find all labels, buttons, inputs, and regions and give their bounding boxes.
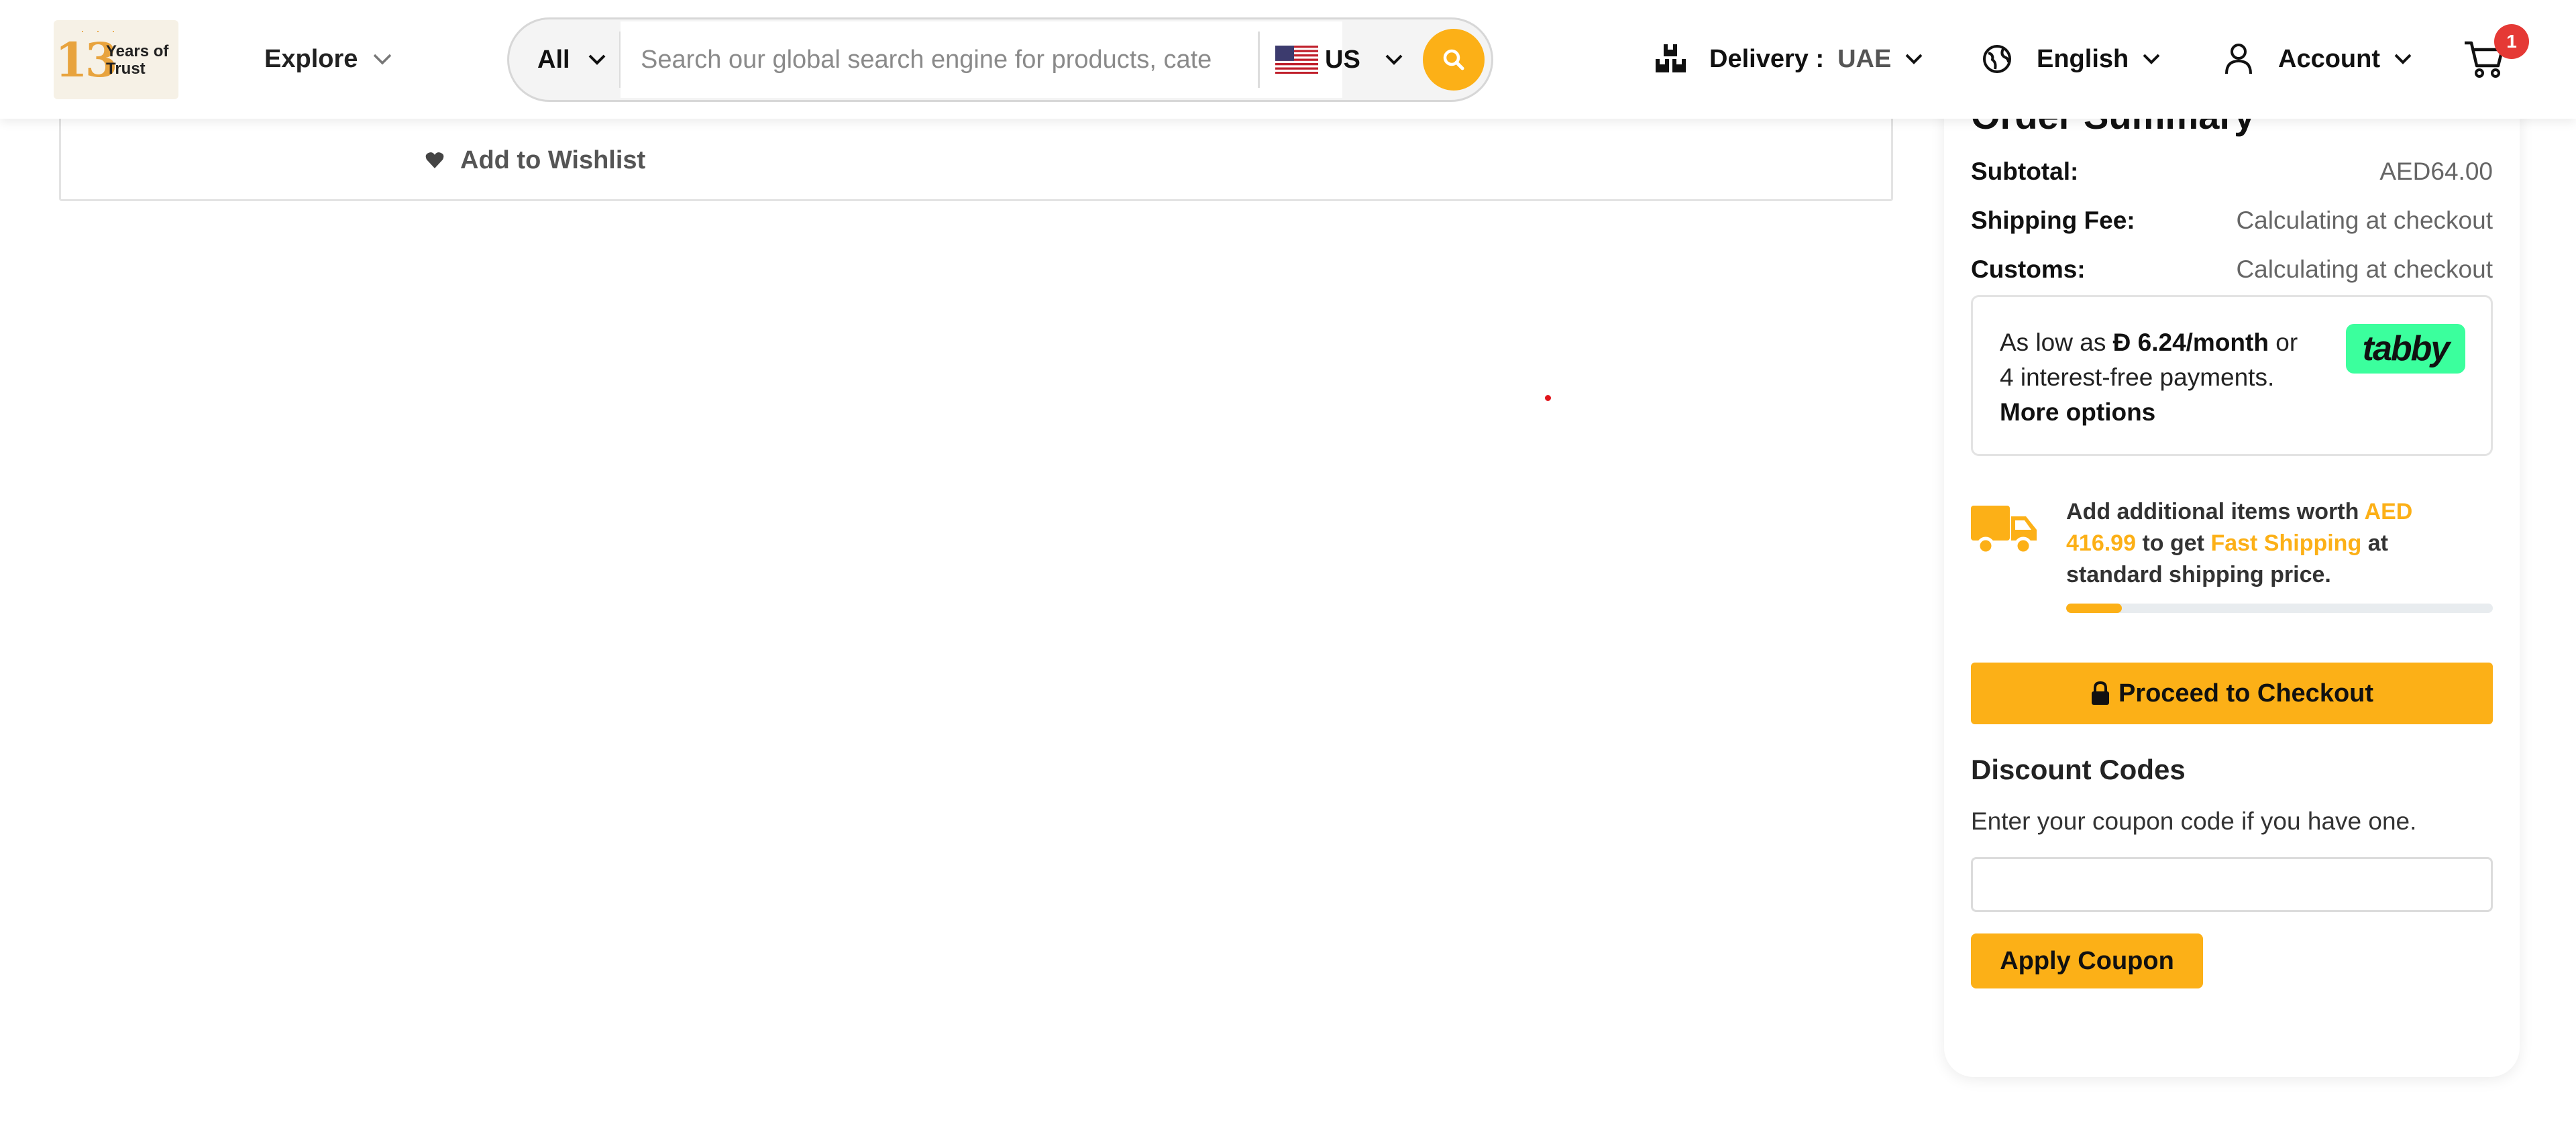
chevron-down-icon xyxy=(1385,54,1403,66)
fast-shipping-promo: Add additional items worth AED 416.99 to… xyxy=(2066,496,2482,591)
tabby-suffix: or xyxy=(2275,329,2298,356)
chevron-down-icon xyxy=(588,54,606,66)
site-header: · · · 13 Years of Trust Explore All Sear… xyxy=(0,0,2576,119)
language-label: English xyxy=(2037,44,2129,73)
cursor-dot xyxy=(1545,395,1551,401)
customs-row: Customs: Calculating at checkout xyxy=(1971,253,2493,286)
chevron-down-icon xyxy=(1904,53,1923,65)
search-bar: All US xyxy=(507,17,1493,102)
truck-icon xyxy=(1971,502,2038,559)
shipping-fee-label: Shipping Fee: xyxy=(1971,207,2135,234)
discount-codes-title: Discount Codes xyxy=(1971,754,2186,785)
tabby-prefix: As low as xyxy=(2000,329,2106,356)
heart-icon xyxy=(425,152,444,169)
promo-text-2: to get xyxy=(2142,530,2204,556)
search-category-label: All xyxy=(537,45,570,74)
lock-icon xyxy=(2090,681,2110,705)
tabby-amount: 6.24/month xyxy=(2137,329,2269,356)
chevron-down-icon xyxy=(372,52,392,66)
search-category-select[interactable]: All xyxy=(537,19,606,100)
globe-icon xyxy=(1982,44,2012,74)
logo-text-line2: Trust xyxy=(106,60,146,78)
language-selector[interactable]: English xyxy=(1982,38,2161,80)
account-label: Account xyxy=(2278,44,2380,73)
logo-text: Years of Trust xyxy=(106,43,168,78)
search-divider xyxy=(1258,32,1260,88)
delivery-selector[interactable]: Delivery : UAE xyxy=(1654,38,1923,80)
subtotal-value: AED64.00 xyxy=(2379,158,2493,185)
explore-menu[interactable]: Explore xyxy=(264,38,392,80)
search-icon xyxy=(1440,46,1467,73)
delivery-label: Delivery : xyxy=(1709,44,1825,73)
coupon-code-input[interactable] xyxy=(1971,857,2493,912)
tabby-logo: tabby xyxy=(2346,324,2465,374)
tabby-text: As low as Đ 6.24/month or 4 interest-fre… xyxy=(2000,325,2349,430)
country-label: US xyxy=(1325,45,1360,74)
shipping-progress-bar xyxy=(2066,604,2493,613)
logo-text-line1: Years of xyxy=(106,42,169,60)
subtotal-row: Subtotal: AED64.00 xyxy=(1971,155,2493,188)
promo-text-1: Add additional items worth xyxy=(2066,499,2359,524)
wishlist-label: Add to Wishlist xyxy=(460,146,646,174)
tabby-line2: 4 interest-free payments. xyxy=(2000,363,2275,391)
checkout-label: Proceed to Checkout xyxy=(2118,679,2374,707)
proceed-to-checkout-button[interactable]: Proceed to Checkout xyxy=(1971,663,2493,724)
site-logo[interactable]: · · · 13 Years of Trust xyxy=(54,20,178,99)
country-select[interactable]: US xyxy=(1275,19,1403,100)
tabby-installments-box: As low as Đ 6.24/month or 4 interest-fre… xyxy=(1971,295,2493,456)
explore-label: Explore xyxy=(264,44,358,73)
customs-value: Calculating at checkout xyxy=(2236,256,2493,283)
discount-codes-description: Enter your coupon code if you have one. xyxy=(1971,807,2417,835)
search-input[interactable] xyxy=(621,21,1342,98)
chevron-down-icon xyxy=(2142,53,2161,65)
apply-coupon-button[interactable]: Apply Coupon xyxy=(1971,933,2203,988)
shipping-fee-row: Shipping Fee: Calculating at checkout xyxy=(1971,204,2493,237)
subtotal-label: Subtotal: xyxy=(1971,158,2079,185)
boxes-icon xyxy=(1654,42,1688,76)
delivery-value: UAE xyxy=(1837,44,1892,73)
cart-count-badge: 1 xyxy=(2494,24,2529,59)
customs-label: Customs: xyxy=(1971,256,2086,283)
chevron-down-icon xyxy=(2394,53,2412,65)
add-to-wishlist-button[interactable]: Add to Wishlist xyxy=(425,142,645,178)
promo-highlight: Fast Shipping xyxy=(2210,530,2362,556)
tabby-currency: Đ xyxy=(2112,329,2131,356)
tabby-more-options-link[interactable]: More options xyxy=(2000,398,2155,426)
us-flag-icon xyxy=(1275,46,1318,74)
user-icon xyxy=(2223,42,2254,76)
shipping-fee-value: Calculating at checkout xyxy=(2236,207,2493,234)
account-menu[interactable]: Account xyxy=(2223,38,2412,80)
search-button[interactable] xyxy=(1423,29,1485,91)
shipping-progress-fill xyxy=(2066,604,2122,613)
